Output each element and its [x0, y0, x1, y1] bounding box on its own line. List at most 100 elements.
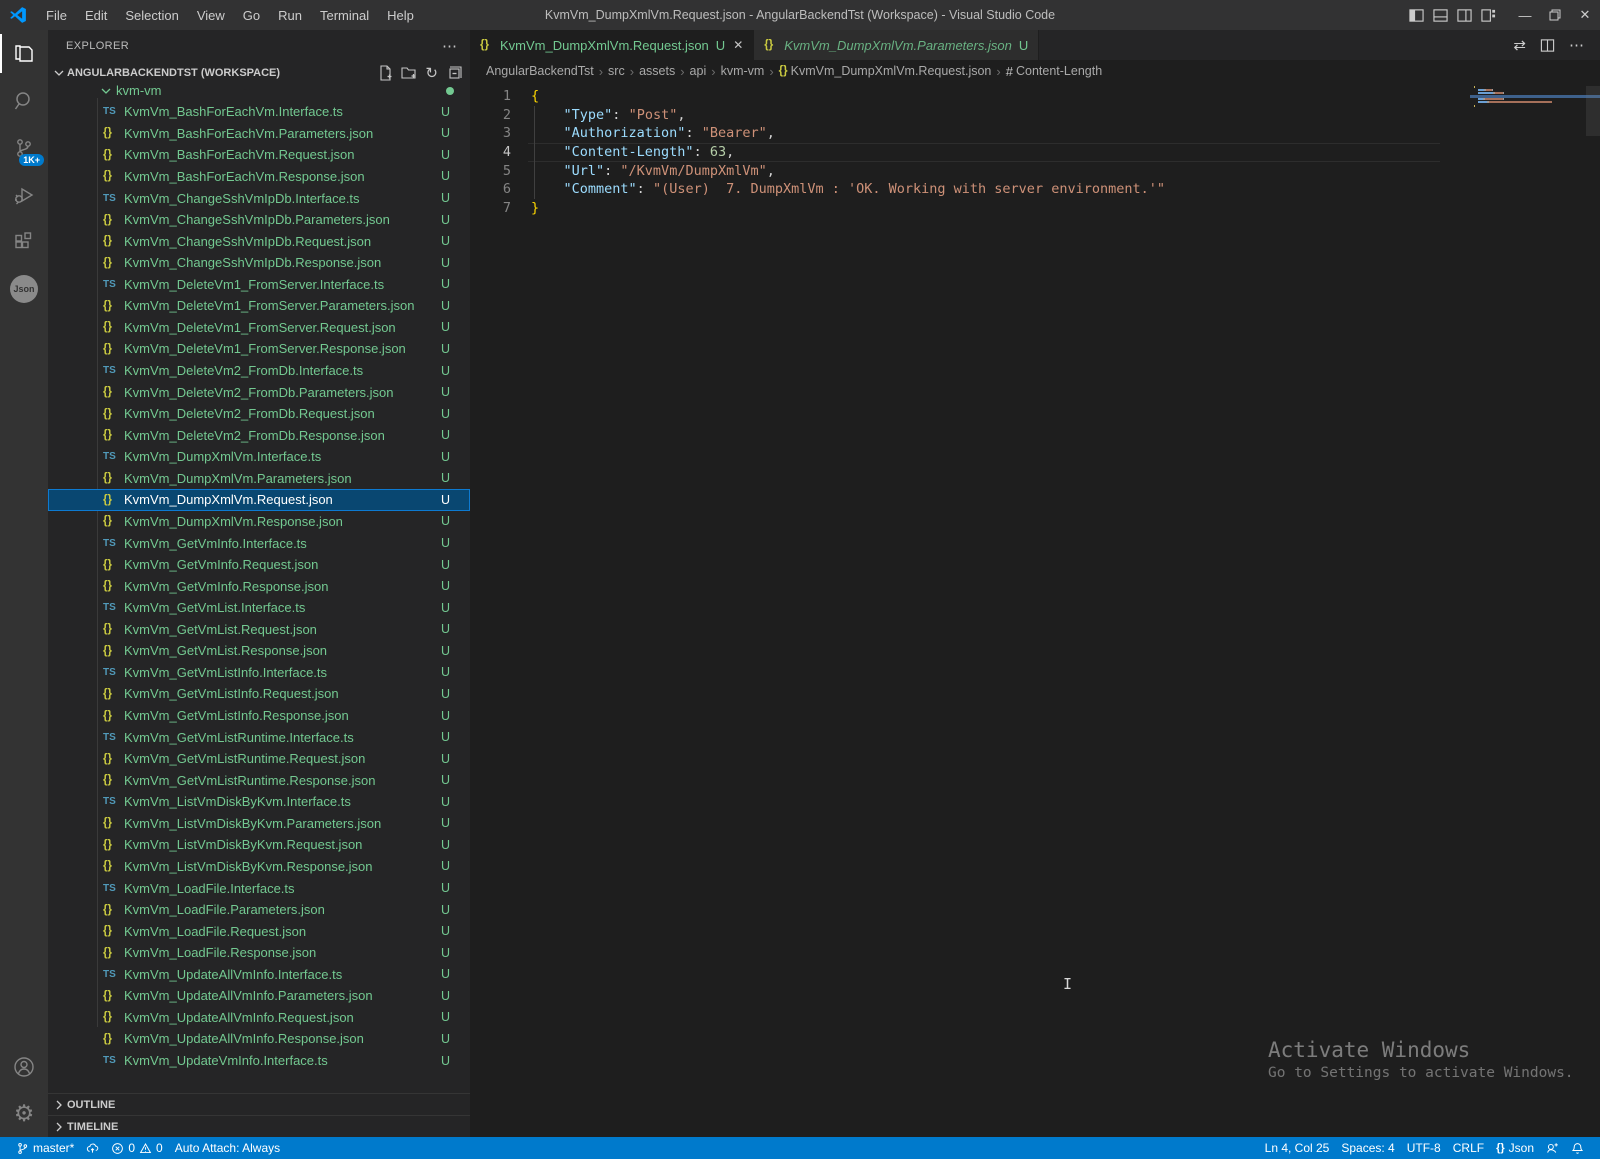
- tree-item[interactable]: {} KvmVm_GetVmListInfo.Request.json U: [48, 683, 470, 705]
- tree-item[interactable]: {} KvmVm_GetVmInfo.Request.json U: [48, 554, 470, 576]
- tree-item[interactable]: {} KvmVm_DeleteVm2_FromDb.Response.json U: [48, 424, 470, 446]
- timeline-section-header[interactable]: TIMELINE: [48, 1115, 470, 1137]
- menu-selection[interactable]: Selection: [116, 0, 187, 30]
- folder-kvm-vm[interactable]: kvm-vm: [48, 84, 470, 101]
- tree-item[interactable]: {} KvmVm_DeleteVm1_FromServer.Response.js…: [48, 338, 470, 360]
- notifications-button[interactable]: [1565, 1137, 1590, 1159]
- explorer-more-actions-icon[interactable]: ⋯: [442, 37, 458, 55]
- more-actions-icon[interactable]: ⋯: [1569, 36, 1584, 54]
- tree-item[interactable]: {} KvmVm_ChangeSshVmIpDb.Response.json U: [48, 252, 470, 274]
- breadcrumb-item[interactable]: assets: [639, 64, 675, 78]
- language-mode-status[interactable]: {} Json: [1490, 1137, 1540, 1159]
- customize-layout-icon[interactable]: [1481, 8, 1496, 23]
- tree-item[interactable]: TS KvmVm_BashForEachVm.Interface.ts U: [48, 101, 470, 123]
- tree-item[interactable]: {} KvmVm_DumpXmlVm.Response.json U: [48, 511, 470, 533]
- tree-item[interactable]: {} KvmVm_BashForEachVm.Parameters.json U: [48, 123, 470, 145]
- tree-item[interactable]: TS KvmVm_DeleteVm1_FromServer.Interface.t…: [48, 274, 470, 296]
- new-file-icon[interactable]: [377, 65, 393, 81]
- split-editor-icon[interactable]: [1540, 38, 1555, 53]
- auto-attach-status[interactable]: Auto Attach: Always: [169, 1137, 286, 1159]
- sync-changes-button[interactable]: [80, 1137, 105, 1159]
- problems-status[interactable]: 0 0: [105, 1137, 168, 1159]
- restore-button[interactable]: [1540, 0, 1570, 30]
- tree-item[interactable]: TS KvmVm_GetVmList.Interface.ts U: [48, 597, 470, 619]
- tree-item[interactable]: {} KvmVm_GetVmListInfo.Response.json U: [48, 705, 470, 727]
- menu-go[interactable]: Go: [234, 0, 269, 30]
- tree-item[interactable]: {} KvmVm_UpdateAllVmInfo.Response.json U: [48, 1028, 470, 1050]
- tree-item[interactable]: {} KvmVm_UpdateAllVmInfo.Parameters.json U: [48, 985, 470, 1007]
- tree-item[interactable]: {} KvmVm_BashForEachVm.Response.json U: [48, 166, 470, 188]
- tree-item[interactable]: {} KvmVm_DeleteVm2_FromDb.Request.json U: [48, 403, 470, 425]
- menu-view[interactable]: View: [188, 0, 234, 30]
- new-folder-icon[interactable]: [401, 65, 417, 81]
- menu-edit[interactable]: Edit: [76, 0, 116, 30]
- indentation-status[interactable]: Spaces: 4: [1335, 1137, 1400, 1159]
- menu-run[interactable]: Run: [269, 0, 311, 30]
- tree-item[interactable]: TS KvmVm_UpdateVmInfo.Interface.ts U: [48, 1050, 470, 1072]
- tree-item[interactable]: {} KvmVm_DeleteVm1_FromServer.Parameters.…: [48, 295, 470, 317]
- toggle-sidebar-icon[interactable]: [1409, 8, 1424, 23]
- tree-item[interactable]: TS KvmVm_ChangeSshVmIpDb.Interface.ts U: [48, 187, 470, 209]
- explorer-activity-icon[interactable]: [0, 30, 48, 77]
- toggle-panel-icon[interactable]: [1433, 8, 1448, 23]
- tree-item[interactable]: TS KvmVm_GetVmListRuntime.Interface.ts U: [48, 726, 470, 748]
- tree-item[interactable]: {} KvmVm_DumpXmlVm.Request.json U: [48, 489, 470, 511]
- account-activity-icon[interactable]: [0, 1043, 48, 1090]
- encoding-status[interactable]: UTF-8: [1401, 1137, 1447, 1159]
- json-extension-activity-icon[interactable]: Json: [0, 265, 48, 312]
- tree-item[interactable]: TS KvmVm_DeleteVm2_FromDb.Interface.ts U: [48, 360, 470, 382]
- eol-status[interactable]: CRLF: [1447, 1137, 1490, 1159]
- toggle-secondary-sidebar-icon[interactable]: [1457, 8, 1472, 23]
- menu-terminal[interactable]: Terminal: [311, 0, 378, 30]
- menu-help[interactable]: Help: [378, 0, 423, 30]
- breadcrumb-item[interactable]: api: [690, 64, 707, 78]
- tree-item[interactable]: TS KvmVm_GetVmListInfo.Interface.ts U: [48, 662, 470, 684]
- tree-item[interactable]: {} KvmVm_GetVmInfo.Response.json U: [48, 575, 470, 597]
- refresh-icon[interactable]: ↻: [425, 66, 438, 81]
- tree-item[interactable]: {} KvmVm_DeleteVm2_FromDb.Parameters.json…: [48, 381, 470, 403]
- tree-item[interactable]: {} KvmVm_ListVmDiskByKvm.Request.json U: [48, 834, 470, 856]
- tree-item[interactable]: TS KvmVm_LoadFile.Interface.ts U: [48, 877, 470, 899]
- tree-item[interactable]: {} KvmVm_GetVmListRuntime.Request.json U: [48, 748, 470, 770]
- settings-activity-icon[interactable]: ⚙: [0, 1090, 48, 1137]
- source-control-activity-icon[interactable]: 1K+: [0, 124, 48, 171]
- extensions-activity-icon[interactable]: [0, 218, 48, 265]
- tree-item[interactable]: TS KvmVm_ListVmDiskByKvm.Interface.ts U: [48, 791, 470, 813]
- tree-item[interactable]: {} KvmVm_LoadFile.Response.json U: [48, 942, 470, 964]
- menu-file[interactable]: File: [37, 0, 76, 30]
- breadcrumb-item[interactable]: kvm-vm: [721, 64, 765, 78]
- editor-scrollbar[interactable]: [1586, 86, 1600, 136]
- cursor-position-status[interactable]: Ln 4, Col 25: [1259, 1137, 1336, 1159]
- tree-item[interactable]: {} KvmVm_ChangeSshVmIpDb.Request.json U: [48, 230, 470, 252]
- tree-item[interactable]: {} KvmVm_ListVmDiskByKvm.Response.json U: [48, 856, 470, 878]
- close-window-button[interactable]: ✕: [1570, 0, 1600, 30]
- tree-item[interactable]: {} KvmVm_GetVmListRuntime.Response.json U: [48, 769, 470, 791]
- tab-parameters-json[interactable]: {} KvmVm_DumpXmlVm.Parameters.json U: [754, 30, 1040, 60]
- tree-item[interactable]: {} KvmVm_ListVmDiskByKvm.Parameters.json U: [48, 813, 470, 835]
- breadcrumb-item[interactable]: {} KvmVm_DumpXmlVm.Request.json: [779, 64, 992, 78]
- feedback-button[interactable]: [1540, 1137, 1565, 1159]
- close-tab-icon[interactable]: ✕: [733, 38, 743, 52]
- breadcrumb-item[interactable]: AngularBackendTst: [486, 64, 594, 78]
- tree-item[interactable]: TS KvmVm_DumpXmlVm.Interface.ts U: [48, 446, 470, 468]
- minimize-button[interactable]: —: [1510, 0, 1540, 30]
- tab-request-json[interactable]: {} KvmVm_DumpXmlVm.Request.json U ✕: [470, 30, 755, 60]
- tree-item[interactable]: {} KvmVm_ChangeSshVmIpDb.Parameters.json U: [48, 209, 470, 231]
- outline-section-header[interactable]: OUTLINE: [48, 1093, 470, 1115]
- tree-item[interactable]: {} KvmVm_GetVmList.Request.json U: [48, 619, 470, 641]
- tree-item[interactable]: {} KvmVm_UpdateAllVmInfo.Request.json U: [48, 1007, 470, 1029]
- tree-item[interactable]: {} KvmVm_LoadFile.Request.json U: [48, 920, 470, 942]
- git-branch-status[interactable]: master*: [10, 1137, 80, 1159]
- search-activity-icon[interactable]: [0, 77, 48, 124]
- tree-item[interactable]: {} KvmVm_LoadFile.Parameters.json U: [48, 899, 470, 921]
- tree-item[interactable]: TS KvmVm_UpdateAllVmInfo.Interface.ts U: [48, 964, 470, 986]
- tree-item[interactable]: TS KvmVm_GetVmInfo.Interface.ts U: [48, 532, 470, 554]
- collapse-all-icon[interactable]: [446, 65, 462, 81]
- tree-item[interactable]: {} KvmVm_BashForEachVm.Request.json U: [48, 144, 470, 166]
- tree-item[interactable]: {} KvmVm_DumpXmlVm.Parameters.json U: [48, 468, 470, 490]
- breadcrumb-item[interactable]: src: [608, 64, 625, 78]
- tree-item[interactable]: {} KvmVm_DeleteVm1_FromServer.Request.jso…: [48, 317, 470, 339]
- open-changes-icon[interactable]: ⇄: [1513, 36, 1526, 54]
- code-editor[interactable]: 1 2 3 45 6 7 { "Type": "Post", "Authorization…: [470, 82, 1600, 1137]
- workspace-section-header[interactable]: ANGULARBACKENDTST (WORKSPACE) ↻: [48, 62, 470, 84]
